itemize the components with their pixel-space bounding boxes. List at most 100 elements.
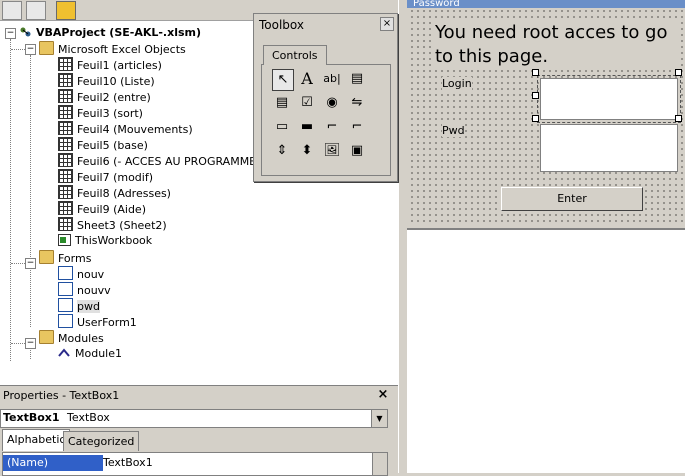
tree-node-modules[interactable]: Modules xyxy=(39,330,104,346)
controls-panel: ↖ A ab| ▤ ▤ ☑ ◉ ⇋ ▭ ▬ ⌐ ⌐ ⇕ ⬍ 🖼 ▣ xyxy=(261,64,391,176)
worksheet-icon xyxy=(58,105,73,119)
object-selector[interactable]: TextBox1 TextBox ▼ xyxy=(0,409,388,428)
object-name: TextBox1 xyxy=(3,411,60,424)
toolbox-window: Toolbox × Controls ↖ A ab| ▤ ▤ ☑ ◉ ⇋ ▭ ▬… xyxy=(253,13,398,182)
login-textbox[interactable] xyxy=(537,75,681,123)
worksheet-icon xyxy=(58,57,73,71)
project-label: VBAProject (SE-AKL-.xlsm) xyxy=(36,26,202,39)
enter-button[interactable]: Enter xyxy=(501,187,643,211)
folder-icon xyxy=(39,250,54,264)
properties-close-button[interactable]: × xyxy=(376,388,390,402)
tree-node-form[interactable]: nouvv xyxy=(58,282,111,298)
login-label[interactable]: Login xyxy=(442,77,472,90)
listbox-tool-icon[interactable]: ▤ xyxy=(272,93,292,113)
toolbox-title: Toolbox xyxy=(259,18,304,32)
worksheet-icon xyxy=(58,121,73,135)
tree-node-sheet[interactable]: Feuil1 (articles) xyxy=(58,57,162,73)
root-expander[interactable]: − xyxy=(5,28,16,39)
folder-icon xyxy=(39,41,54,55)
scrollbar-tool-icon[interactable]: ⇕ xyxy=(272,141,292,161)
commandbutton-tool-icon[interactable]: ▬ xyxy=(297,117,317,137)
tree-node-sheet[interactable]: Feuil4 (Mouvements) xyxy=(58,121,193,137)
resize-handle[interactable] xyxy=(532,115,539,122)
tree-node-form[interactable]: nouv xyxy=(58,266,104,282)
excel-objects-expander[interactable]: − xyxy=(25,44,36,55)
tree-node-sheet[interactable]: Feuil9 (Aide) xyxy=(58,201,146,217)
worksheet-icon xyxy=(58,73,73,87)
multipage-tool-icon[interactable]: ⌐ xyxy=(347,117,367,137)
worksheet-icon xyxy=(58,89,73,103)
tree-node-sheet[interactable]: Feuil8 (Adresses) xyxy=(58,185,171,201)
tree-node-sheet[interactable]: Feuil5 (base) xyxy=(58,137,148,153)
tree-node-sheet[interactable]: Feuil6 (- ACCES AU PROGRAMME xyxy=(58,153,256,169)
tabstrip-tool-icon[interactable]: ⌐ xyxy=(322,117,342,137)
pwd-label[interactable]: Pwd xyxy=(442,124,465,137)
form-designer: Password You need root acces to go to th… xyxy=(407,0,685,473)
property-name[interactable]: (Name) xyxy=(3,455,103,471)
tree-node-forms[interactable]: Forms xyxy=(39,250,91,266)
combobox-tool-icon[interactable]: ▤ xyxy=(347,69,367,89)
form-design-surface[interactable]: You need root acces to go to this page. … xyxy=(409,8,685,226)
view-object-button[interactable] xyxy=(26,1,46,20)
property-grid: (Name) TextBox1 xyxy=(2,452,388,476)
tree-node-sheet[interactable]: Sheet3 (Sheet2) xyxy=(58,217,167,233)
tree-node-form-selected[interactable]: pwd xyxy=(58,298,100,314)
properties-panel: Properties - TextBox1 × TextBox1 TextBox… xyxy=(0,385,398,476)
frame-tool-icon[interactable]: ▭ xyxy=(272,117,292,137)
form-title: Password xyxy=(407,0,685,8)
tree-node-workbook[interactable]: ThisWorkbook xyxy=(58,233,152,249)
checkbox-tool-icon[interactable]: ☑ xyxy=(297,93,317,113)
tab-controls[interactable]: Controls xyxy=(263,45,327,65)
pwd-textbox[interactable] xyxy=(540,124,678,172)
resize-handle[interactable] xyxy=(532,69,539,76)
message-label[interactable]: You need root acces to go to this page. xyxy=(435,21,680,69)
worksheet-icon xyxy=(58,137,73,151)
properties-title-bar: Properties - TextBox1 xyxy=(0,386,398,406)
tree-node-project[interactable]: VBAProject (SE-AKL-.xlsm) xyxy=(19,25,201,41)
folder-icon xyxy=(39,330,54,344)
chevron-down-icon[interactable]: ▼ xyxy=(371,410,387,427)
tree-node-form[interactable]: UserForm1 xyxy=(58,314,137,330)
tab-alphabetic[interactable]: Alphabetic xyxy=(2,429,71,451)
refedit-tool-icon[interactable]: ▣ xyxy=(347,141,367,161)
tree-node-module[interactable]: Module1 xyxy=(58,346,122,362)
toolbox-close-button[interactable]: × xyxy=(380,17,394,31)
tree-node-sheet[interactable]: Feuil3 (sort) xyxy=(58,105,143,121)
property-scrollbar[interactable] xyxy=(372,453,387,475)
worksheet-icon xyxy=(58,153,73,167)
worksheet-icon xyxy=(58,185,73,199)
optionbutton-tool-icon[interactable]: ◉ xyxy=(322,93,342,113)
userform-icon xyxy=(58,314,73,328)
tab-categorized[interactable]: Categorized xyxy=(63,431,140,451)
worksheet-icon xyxy=(58,201,73,215)
tree-node-excel-objects[interactable]: Microsoft Excel Objects xyxy=(39,41,186,57)
modules-expander[interactable]: − xyxy=(25,338,36,349)
userform-icon xyxy=(58,282,73,296)
textbox-tool-icon[interactable]: ab| xyxy=(322,69,342,89)
tree-node-sheet[interactable]: Feuil7 (modif) xyxy=(58,169,153,185)
resize-handle[interactable] xyxy=(675,69,682,76)
spinbutton-tool-icon[interactable]: ⬍ xyxy=(297,141,317,161)
object-type: TextBox xyxy=(67,411,110,424)
vbaproject-icon xyxy=(19,26,32,38)
userform-window: Password You need root acces to go to th… xyxy=(407,0,685,230)
properties-title: Properties - TextBox1 xyxy=(3,389,120,402)
tree-node-sheet[interactable]: Feuil10 (Liste) xyxy=(58,73,155,89)
workbook-icon xyxy=(58,234,71,246)
forms-expander[interactable]: − xyxy=(25,258,36,269)
resize-handle[interactable] xyxy=(532,92,539,99)
togglebutton-tool-icon[interactable]: ⇋ xyxy=(347,93,367,113)
module-icon xyxy=(58,347,71,359)
tree-node-sheet[interactable]: Feuil2 (entre) xyxy=(58,89,151,105)
select-objects-icon[interactable]: ↖ xyxy=(272,69,294,91)
image-tool-icon[interactable]: 🖼 xyxy=(322,141,342,161)
userform-icon xyxy=(58,266,73,280)
worksheet-icon xyxy=(58,169,73,183)
toggle-folders-button[interactable] xyxy=(56,1,76,20)
view-code-button[interactable] xyxy=(2,1,22,20)
worksheet-icon xyxy=(58,217,73,231)
resize-handle[interactable] xyxy=(675,115,682,122)
label-tool-icon[interactable]: A xyxy=(297,69,317,89)
property-value[interactable]: TextBox1 xyxy=(103,455,153,471)
userform-icon xyxy=(58,298,73,312)
